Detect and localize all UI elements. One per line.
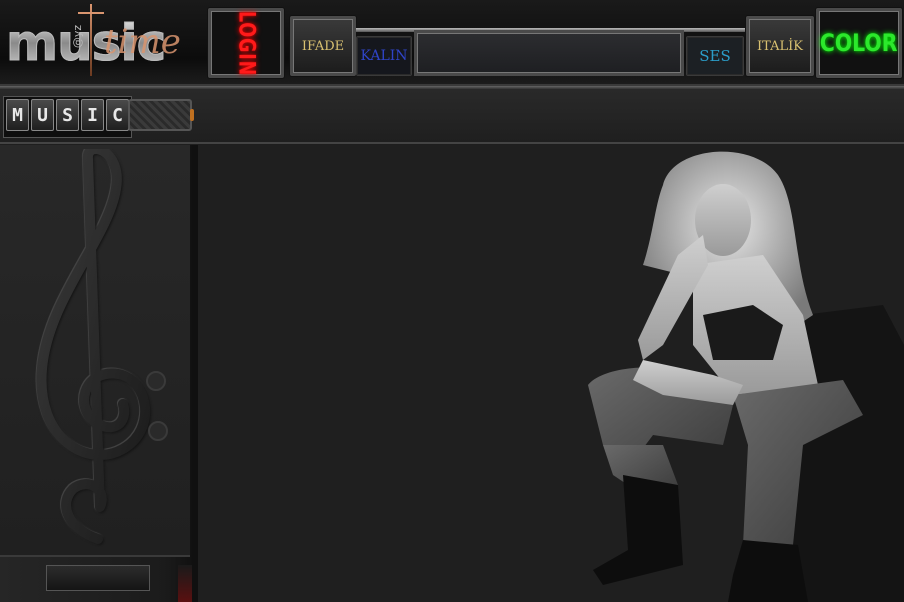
- bold-button[interactable]: KALIN: [356, 36, 412, 76]
- treble-bass-clef-icon: [36, 149, 168, 544]
- bold-button-label: KALIN: [360, 48, 408, 64]
- music-letter: S: [56, 99, 79, 131]
- music-letter: U: [31, 99, 54, 131]
- message-input-wrapper: [414, 30, 684, 76]
- music-bar: M U S I C: [0, 86, 904, 144]
- music-letter: I: [81, 99, 104, 131]
- user-list-panel[interactable]: [0, 145, 190, 557]
- woman-photo: [588, 151, 904, 602]
- sound-button[interactable]: SES: [686, 36, 744, 76]
- music-bar-highlight: [0, 86, 904, 89]
- music-letter: C: [106, 99, 129, 131]
- color-button-label: COLOR: [820, 29, 898, 57]
- italic-button-label: ITALİK: [757, 38, 803, 54]
- music-menu-button[interactable]: M U S I C: [3, 96, 132, 138]
- message-input[interactable]: [417, 33, 681, 73]
- login-button-label: LOGIN: [233, 10, 259, 76]
- logo-script-text: time: [104, 22, 181, 62]
- ifade-button[interactable]: IFADE: [290, 16, 356, 76]
- music-player-toggle[interactable]: [128, 99, 194, 131]
- sound-button-label: SES: [699, 47, 731, 65]
- top-toolbar: music @yz time LOGIN IFADE KALIN SES ITA…: [0, 0, 904, 86]
- login-button[interactable]: LOGIN: [208, 8, 284, 78]
- site-logo: music @yz time: [0, 0, 206, 84]
- italic-button[interactable]: ITALİK: [746, 16, 814, 76]
- ifade-button-label: IFADE: [301, 38, 345, 54]
- color-button[interactable]: COLOR: [816, 8, 902, 78]
- left-sidebar: [0, 145, 198, 602]
- music-letter: M: [6, 99, 29, 131]
- logo-credit: @yz: [71, 24, 85, 49]
- left-panel-accent: [178, 565, 192, 602]
- left-panel-footer-button[interactable]: [46, 565, 150, 591]
- chat-area: [198, 145, 904, 602]
